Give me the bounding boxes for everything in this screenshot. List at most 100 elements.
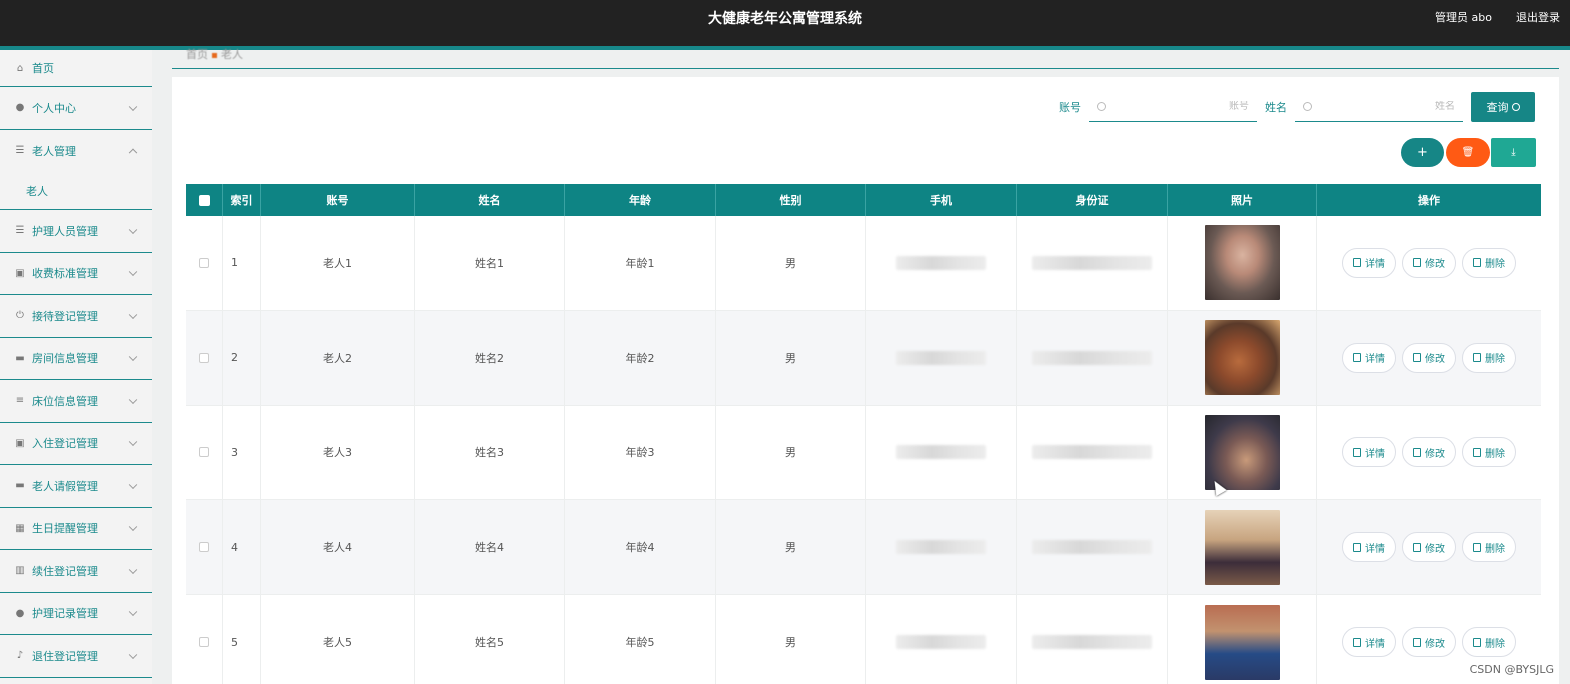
bar-chart-icon: ▥ — [15, 565, 25, 577]
row-checkbox[interactable] — [199, 542, 209, 553]
detail-label: 详情 — [1365, 448, 1385, 460]
search-bar: 账号 姓名 查询 — [1059, 91, 1535, 123]
delete-label: 删除 — [1485, 543, 1505, 555]
elderly-photo[interactable] — [1204, 604, 1280, 680]
phone-cell — [866, 216, 1017, 310]
edit-button[interactable]: 修改 — [1402, 342, 1456, 373]
id-card-cell — [1017, 310, 1168, 405]
row-checkbox[interactable] — [199, 637, 209, 648]
select-all-checkbox[interactable] — [198, 194, 210, 206]
edit-button[interactable]: 修改 — [1402, 247, 1456, 278]
phone-cell — [866, 595, 1017, 684]
query-button[interactable]: 查询 — [1471, 92, 1535, 122]
add-button[interactable]: + — [1401, 138, 1444, 167]
sidebar-item-renewal[interactable]: ▥ 续住登记管理 — [0, 550, 152, 593]
table-row: 5 老人5 姓名5 年龄5 男 详情 修改 删除 — [186, 595, 1541, 684]
account-cell: 老人2 — [261, 310, 415, 405]
content-panel: 账号 姓名 查询 + 🗑 ⤓ 索引 账号 — [172, 77, 1559, 684]
sidebar-item-profile[interactable]: ● 个人中心 — [0, 87, 152, 130]
sidebar-item-label: 老人管理 — [32, 144, 76, 158]
sidebar-item-label: 护理记录管理 — [32, 607, 98, 621]
blurred-phone — [896, 635, 986, 650]
clipboard-icon: ▣ — [15, 437, 25, 449]
name-search-input[interactable] — [1318, 101, 1455, 112]
sidebar-item-checkin[interactable]: ▣ 入住登记管理 — [0, 423, 152, 465]
delete-button[interactable]: 删除 — [1462, 342, 1516, 373]
sidebar-item-elderly-management[interactable]: ☰ 老人管理 — [0, 130, 152, 173]
sidebar-item-checkout[interactable]: ♪ 退住登记管理 — [0, 635, 152, 678]
chevron-down-icon — [128, 352, 138, 362]
edit-button[interactable]: 修改 — [1402, 437, 1456, 468]
name-label: 姓名 — [1265, 101, 1287, 114]
sidebar-item-home[interactable]: ⌂ 首页 — [0, 50, 152, 87]
age-cell: 年龄1 — [565, 216, 716, 310]
row-checkbox[interactable] — [199, 352, 209, 363]
row-checkbox[interactable] — [199, 257, 209, 268]
elderly-photo[interactable] — [1204, 320, 1280, 396]
edit-label: 修改 — [1425, 259, 1445, 271]
detail-button[interactable]: 详情 — [1342, 627, 1396, 658]
age-cell: 年龄4 — [565, 500, 716, 595]
breadcrumb-home[interactable]: 首页 — [186, 48, 208, 61]
delete-button[interactable]: 删除 — [1462, 532, 1516, 563]
delete-button[interactable]: 删除 — [1462, 437, 1516, 468]
sliders-icon: ≡ — [15, 395, 25, 407]
sidebar-item-room-info[interactable]: ▬ 房间信息管理 — [0, 338, 152, 380]
index-cell: 4 — [223, 500, 261, 595]
operations-cell: 详情 修改 删除 — [1317, 406, 1541, 500]
edit-label: 修改 — [1425, 448, 1445, 460]
sidebar-item-label: 床位信息管理 — [32, 394, 98, 408]
detail-button[interactable]: 详情 — [1342, 247, 1396, 278]
account-cell: 老人1 — [261, 216, 415, 310]
row-checkbox[interactable] — [199, 447, 209, 458]
row-select-cell — [186, 216, 223, 310]
edit-label: 修改 — [1425, 354, 1445, 366]
row-select-cell — [186, 500, 223, 595]
breadcrumb-current: 老人 — [221, 48, 243, 61]
edit-icon — [1413, 637, 1421, 647]
search-icon — [1097, 102, 1106, 111]
id-card-cell — [1017, 500, 1168, 595]
blurred-phone — [896, 350, 986, 365]
export-button[interactable]: ⤓ — [1491, 138, 1536, 167]
chevron-down-icon — [128, 437, 138, 447]
table-row: 2 老人2 姓名2 年龄2 男 详情 修改 删除 — [186, 310, 1541, 406]
main-content: 首页老人 账号 姓名 查询 + 🗑 ⤓ — [172, 48, 1559, 684]
sidebar-item-care-record[interactable]: ● 护理记录管理 — [0, 593, 152, 635]
elderly-photo[interactable] — [1204, 509, 1280, 585]
sidebar-subitem-elderly[interactable]: 老人 — [0, 172, 152, 210]
sidebar-item-nurse-management[interactable]: ☰ 护理人员管理 — [0, 210, 152, 253]
delete-label: 删除 — [1485, 259, 1505, 271]
document-icon — [1353, 353, 1361, 363]
account-search-input[interactable] — [1112, 101, 1249, 112]
index-cell: 3 — [223, 405, 261, 500]
user-icon: ● — [15, 102, 25, 114]
logout-link[interactable]: 退出登录 — [1516, 9, 1560, 25]
search-icon — [1303, 102, 1312, 111]
sidebar-item-label: 首页 — [32, 62, 54, 75]
detail-button[interactable]: 详情 — [1342, 532, 1396, 563]
gender-cell: 男 — [716, 500, 866, 595]
detail-button[interactable]: 详情 — [1342, 342, 1396, 373]
delete-button[interactable]: 删除 — [1462, 247, 1516, 278]
edit-button[interactable]: 修改 — [1402, 627, 1456, 658]
chevron-down-icon — [128, 395, 138, 404]
chevron-down-icon — [128, 607, 138, 617]
photo-cell — [1168, 310, 1317, 405]
edit-button[interactable]: 修改 — [1402, 532, 1456, 563]
account-label: 账号 — [1059, 101, 1081, 114]
sidebar-item-bed-info[interactable]: ≡ 床位信息管理 — [0, 380, 152, 423]
sidebar-item-birthday[interactable]: ▦ 生日提醒管理 — [0, 508, 152, 550]
sidebar-item-reception[interactable]: ⏻ 接待登记管理 — [0, 295, 152, 338]
blurred-id-card — [1032, 445, 1152, 460]
blurred-phone — [896, 255, 986, 270]
detail-button[interactable]: 详情 — [1342, 437, 1396, 468]
column-header: 手机 — [866, 184, 1017, 216]
sidebar-item-fee-standard[interactable]: ▣ 收费标准管理 — [0, 253, 152, 295]
delete-button[interactable]: 删除 — [1462, 627, 1516, 658]
column-header: 身份证 — [1017, 184, 1168, 216]
batch-delete-button[interactable]: 🗑 — [1446, 138, 1490, 167]
sidebar-item-leave[interactable]: ▬ 老人请假管理 — [0, 465, 152, 508]
elderly-photo[interactable] — [1204, 225, 1280, 301]
id-card-cell — [1017, 405, 1168, 500]
